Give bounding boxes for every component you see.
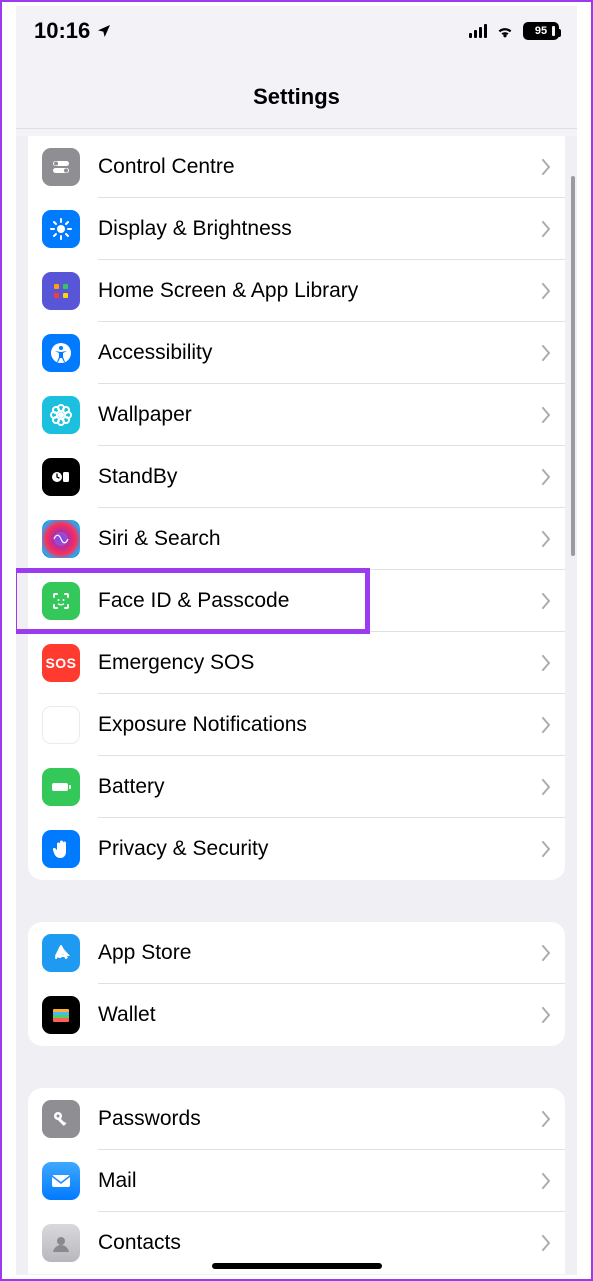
scrollbar[interactable] (571, 176, 575, 556)
faceid-icon (42, 582, 80, 620)
virus-icon (42, 706, 80, 744)
chevron-right-icon (541, 469, 551, 485)
status-time: 10:16 (34, 18, 90, 44)
chevron-right-icon (541, 221, 551, 237)
settings-row-wallpaper[interactable]: Wallpaper (28, 384, 565, 446)
row-label: Face ID & Passcode (98, 589, 541, 613)
settings-row-faceid[interactable]: Face ID & Passcode (28, 570, 565, 632)
wifi-icon (495, 23, 515, 39)
settings-row-appstore[interactable]: App Store (28, 922, 565, 984)
row-label: Siri & Search (98, 527, 541, 551)
sos-icon: SOS (42, 644, 80, 682)
chevron-right-icon (541, 1111, 551, 1127)
chevron-right-icon (541, 1173, 551, 1189)
row-label: Battery (98, 775, 541, 799)
settings-row-wallet[interactable]: Wallet (28, 984, 565, 1046)
settings-row-exposure[interactable]: Exposure Notifications (28, 694, 565, 756)
accessibility-icon (42, 334, 80, 372)
clock-widget-icon (42, 458, 80, 496)
settings-row-control-centre[interactable]: Control Centre (28, 136, 565, 198)
home-indicator[interactable] (212, 1263, 382, 1269)
page-title: Settings (16, 56, 577, 129)
settings-row-display[interactable]: Display & Brightness (28, 198, 565, 260)
settings-row-siri[interactable]: Siri & Search (28, 508, 565, 570)
settings-row-privacy[interactable]: Privacy & Security (28, 818, 565, 880)
row-label: Wallet (98, 1003, 541, 1027)
chevron-right-icon (541, 531, 551, 547)
settings-group: App Store Wallet (28, 922, 565, 1046)
row-label: StandBy (98, 465, 541, 489)
contacts-icon (42, 1224, 80, 1262)
settings-row-sos[interactable]: SOS Emergency SOS (28, 632, 565, 694)
chevron-right-icon (541, 717, 551, 733)
chevron-right-icon (541, 283, 551, 299)
grid-icon (42, 272, 80, 310)
battery-indicator: 95 (523, 22, 559, 40)
settings-group: Passwords Mail Contacts (28, 1088, 565, 1274)
status-bar: 10:16 95 (16, 6, 577, 56)
chevron-right-icon (541, 945, 551, 961)
chevron-right-icon (541, 593, 551, 609)
settings-row-home-screen[interactable]: Home Screen & App Library (28, 260, 565, 322)
key-icon (42, 1100, 80, 1138)
chevron-right-icon (541, 407, 551, 423)
row-label: Accessibility (98, 341, 541, 365)
row-label: Wallpaper (98, 403, 541, 427)
row-label: Mail (98, 1169, 541, 1193)
settings-row-battery[interactable]: Battery (28, 756, 565, 818)
chevron-right-icon (541, 159, 551, 175)
chevron-right-icon (541, 655, 551, 671)
chevron-right-icon (541, 779, 551, 795)
settings-group: Control Centre Display & Brightness Home S… (28, 136, 565, 880)
chevron-right-icon (541, 841, 551, 857)
chevron-right-icon (541, 1007, 551, 1023)
settings-row-passwords[interactable]: Passwords (28, 1088, 565, 1150)
row-label: Emergency SOS (98, 651, 541, 675)
row-label: Passwords (98, 1107, 541, 1131)
row-label: Home Screen & App Library (98, 279, 541, 303)
row-label: Exposure Notifications (98, 713, 541, 737)
row-label: Control Centre (98, 155, 541, 179)
wallet-icon (42, 996, 80, 1034)
settings-screen: 10:16 95 Settings Control Centre Display … (16, 6, 577, 1275)
chevron-right-icon (541, 1235, 551, 1251)
location-icon (96, 23, 112, 39)
switches-icon (42, 148, 80, 186)
mail-icon (42, 1162, 80, 1200)
hand-icon (42, 830, 80, 868)
cellular-signal-icon (469, 24, 487, 38)
row-label: Privacy & Security (98, 837, 541, 861)
settings-row-accessibility[interactable]: Accessibility (28, 322, 565, 384)
settings-row-standby[interactable]: StandBy (28, 446, 565, 508)
flower-icon (42, 396, 80, 434)
appstore-icon (42, 934, 80, 972)
row-label: Contacts (98, 1231, 541, 1255)
settings-list[interactable]: Control Centre Display & Brightness Home S… (16, 136, 577, 1275)
sun-icon (42, 210, 80, 248)
siri-icon (42, 520, 80, 558)
row-label: App Store (98, 941, 541, 965)
settings-row-mail[interactable]: Mail (28, 1150, 565, 1212)
chevron-right-icon (541, 345, 551, 361)
row-label: Display & Brightness (98, 217, 541, 241)
battery-icon (42, 768, 80, 806)
